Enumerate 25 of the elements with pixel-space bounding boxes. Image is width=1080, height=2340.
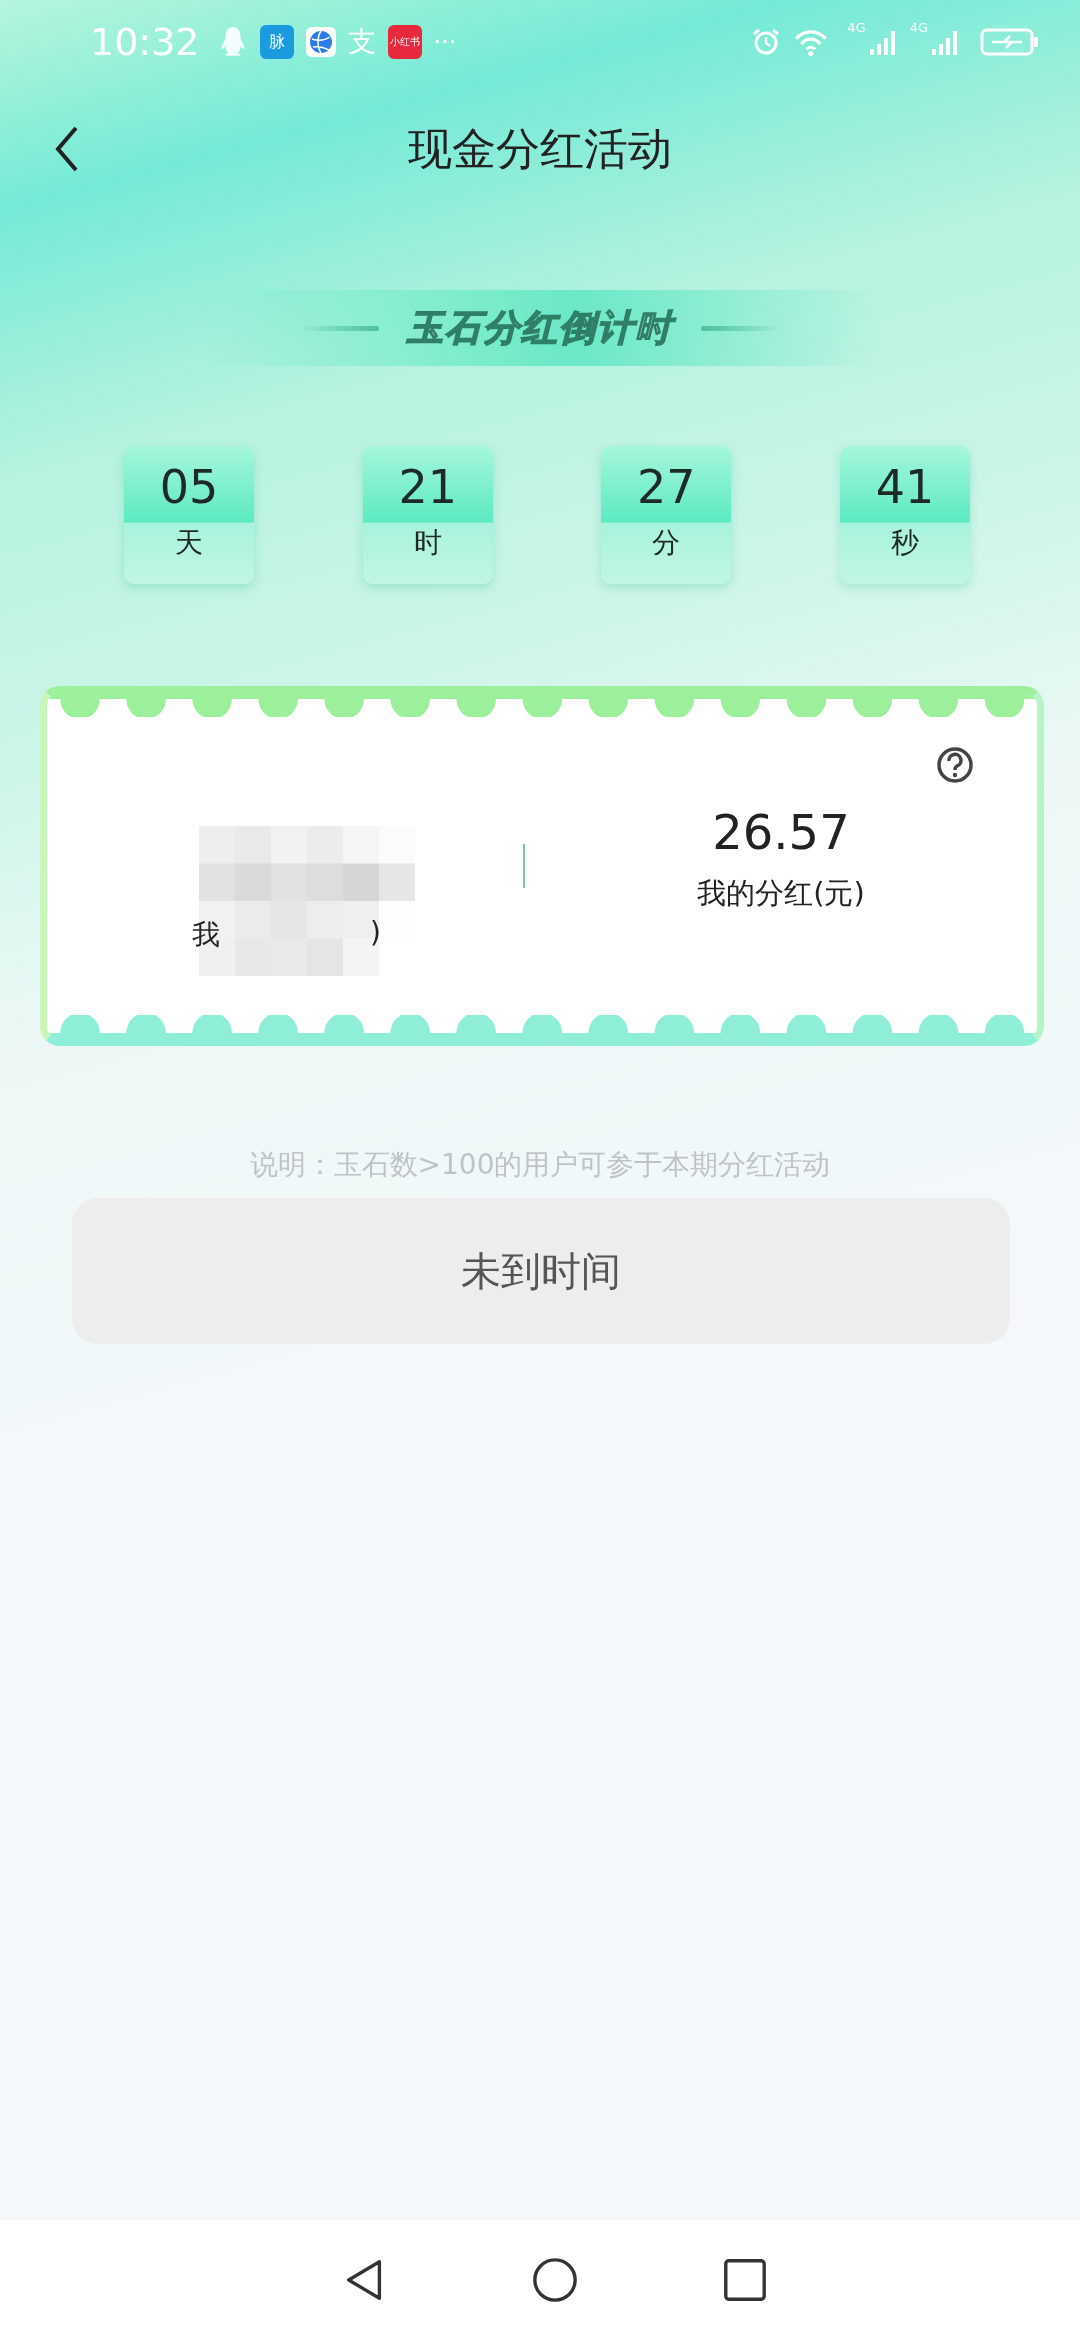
help-icon[interactable] [935, 745, 975, 785]
countdown-value: 27 [637, 464, 696, 510]
countdown-unit: 天 [175, 525, 203, 561]
globe-icon [305, 26, 336, 58]
countdown-unit: 秒 [890, 525, 919, 561]
dividend-amount: 26.57 [712, 804, 850, 860]
countdown-value: 21 [398, 464, 457, 510]
network-type: 4G [909, 20, 928, 35]
app-badge-icon: 脉 [259, 25, 294, 59]
status-glyph: 支 [347, 24, 376, 60]
label-fragment: ) [370, 916, 381, 951]
network-type: 4G [847, 20, 866, 35]
app-badge-icon: 小红书 [387, 25, 422, 59]
countdown-unit: 时 [413, 525, 442, 561]
countdown-unit: 分 [652, 525, 681, 561]
label-fragment: 我 [192, 917, 220, 953]
battery-icon [980, 26, 1040, 58]
home-nav-icon[interactable] [531, 2256, 579, 2304]
countdown-value: 05 [159, 464, 219, 510]
status-time: 10:32 [90, 20, 200, 64]
recents-nav-icon[interactable] [721, 2256, 769, 2304]
page-title: 现金分红活动 [408, 121, 672, 176]
dividend-label: 我的分红(元) [697, 875, 865, 912]
more-notifications: ··· [433, 28, 457, 56]
countdown-value: 41 [875, 464, 935, 510]
